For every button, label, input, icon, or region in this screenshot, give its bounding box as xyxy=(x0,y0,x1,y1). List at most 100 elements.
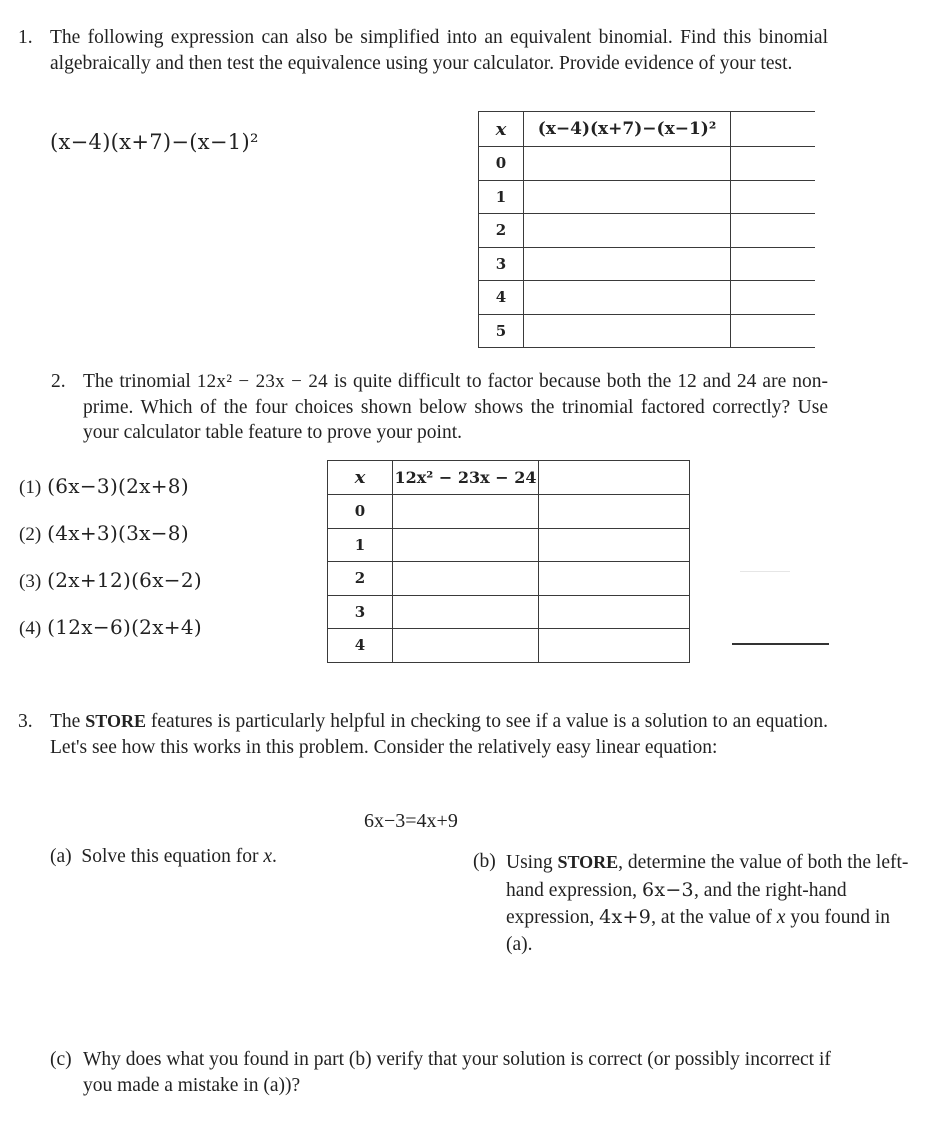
header-expression: 12x² − 23x − 24 xyxy=(392,460,539,495)
cell-extra[interactable] xyxy=(730,213,815,248)
choice-label: (3) xyxy=(19,571,42,592)
problem-2-table: x 12x² − 23x − 24 0 1 2 3 4 xyxy=(327,460,690,663)
part-c-text: Why does what you found in part (b) veri… xyxy=(83,1049,831,1096)
left-expression: 6x−3 xyxy=(641,878,694,901)
cell-x: 4 xyxy=(478,280,524,315)
cell-value[interactable] xyxy=(392,628,539,663)
problem-1-expression: (x−4)(x+7)−(x−1)² xyxy=(50,130,259,154)
choice-expression: (4x+3)(3x−8) xyxy=(47,521,189,545)
choice-expression: (12x−6)(2x+4) xyxy=(47,615,202,639)
cell-x: 2 xyxy=(327,561,393,596)
cell-x: 3 xyxy=(327,594,393,629)
cell-extra[interactable] xyxy=(730,280,815,315)
answer-choices: (1) (6x−3)(2x+8) (2) (4x+3)(3x−8) (3) (2x+1… xyxy=(19,474,202,662)
cell-value[interactable] xyxy=(523,313,731,348)
table-row: 5 xyxy=(478,313,815,348)
cell-value[interactable] xyxy=(392,527,539,562)
table-row: 2 xyxy=(327,561,690,596)
cell-x: 5 xyxy=(478,313,524,348)
problem-3-number: 3. xyxy=(18,711,33,732)
cell-extra[interactable] xyxy=(538,527,690,562)
problem-2-text: 2. The trinomial 12x² − 23x − 24 is quit… xyxy=(51,369,828,446)
table-row: 1 xyxy=(327,527,690,562)
cell-x: 2 xyxy=(478,213,524,248)
problem-2-text-pre: The trinomial xyxy=(83,371,197,392)
table-header-row: x 12x² − 23x − 24 xyxy=(327,460,690,495)
part-b-label: (b) xyxy=(473,851,496,872)
choice-expression: (6x−3)(2x+8) xyxy=(47,474,189,498)
cell-value[interactable] xyxy=(523,146,731,181)
table-header-row: x (x−4)(x+7)−(x−1)² xyxy=(478,111,815,147)
cell-value[interactable] xyxy=(392,494,539,529)
part-c-label: (c) xyxy=(50,1049,72,1070)
cell-extra[interactable] xyxy=(538,561,690,596)
choice-1: (1) (6x−3)(2x+8) xyxy=(19,474,202,521)
choice-label: (4) xyxy=(19,618,42,639)
table-row: 2 xyxy=(478,213,815,248)
part-a-label: (a) xyxy=(50,846,72,867)
table-row: 3 xyxy=(478,246,815,281)
store-keyword: STORE xyxy=(85,711,146,731)
cell-value[interactable] xyxy=(392,561,539,596)
choice-2: (2) (4x+3)(3x−8) xyxy=(19,521,202,568)
part-a: (a) Solve this equation for x. xyxy=(50,846,277,868)
cell-extra[interactable] xyxy=(538,494,690,529)
problem-1-number: 1. xyxy=(18,27,33,48)
header-blank xyxy=(538,460,690,495)
part-b-text: , at the value of xyxy=(651,907,777,928)
cell-x: 1 xyxy=(327,527,393,562)
answer-blank-line[interactable] xyxy=(732,643,829,645)
cell-extra[interactable] xyxy=(538,628,690,663)
part-a-end: . xyxy=(272,846,277,867)
problem-1-table: x (x−4)(x+7)−(x−1)² 0 1 2 3 4 5 xyxy=(478,111,815,348)
part-b-text: Using xyxy=(506,852,558,873)
cell-value[interactable] xyxy=(523,179,731,214)
right-expression: 4x+9 xyxy=(599,906,652,928)
cell-extra[interactable] xyxy=(730,313,815,348)
choice-label: (2) xyxy=(19,524,42,545)
table-row: 1 xyxy=(478,179,815,214)
cell-x: 4 xyxy=(327,628,393,663)
cell-extra[interactable] xyxy=(730,179,815,214)
part-a-variable: x xyxy=(263,846,273,867)
cell-x: 3 xyxy=(478,246,524,281)
problem-1-body: The following expression can also be sim… xyxy=(50,27,828,74)
cell-value[interactable] xyxy=(392,594,539,629)
header-x: x xyxy=(478,111,524,147)
cell-extra[interactable] xyxy=(730,246,815,281)
problem-3-text-post: features is particularly helpful in chec… xyxy=(50,711,828,758)
table-row: 4 xyxy=(478,280,815,315)
header-x: x xyxy=(327,460,393,495)
table-row: 4 xyxy=(327,628,690,663)
cell-value[interactable] xyxy=(523,246,731,281)
problem-2-trinomial: 12x² − 23x − 24 xyxy=(196,371,328,392)
cell-x: 0 xyxy=(327,494,393,529)
scan-artifact-line xyxy=(740,571,790,572)
part-c: (c) Why does what you found in part (b) … xyxy=(50,1047,840,1098)
table-row: 0 xyxy=(327,494,690,529)
header-expression: (x−4)(x+7)−(x−1)² xyxy=(523,111,731,147)
choice-3: (3) (2x+12)(6x−2) xyxy=(19,568,202,615)
choice-label: (1) xyxy=(19,477,42,498)
choice-4: (4) (12x−6)(2x+4) xyxy=(19,615,202,662)
table-row: 0 xyxy=(478,146,815,181)
choice-expression: (2x+12)(6x−2) xyxy=(47,568,202,592)
part-a-text: Solve this equation for xyxy=(81,846,264,867)
cell-value[interactable] xyxy=(523,213,731,248)
cell-value[interactable] xyxy=(523,280,731,315)
problem-3-text-pre: The xyxy=(50,711,86,732)
cell-extra[interactable] xyxy=(538,594,690,629)
table-row: 3 xyxy=(327,594,690,629)
problem-2-body: The trinomial 12x² − 23x − 24 is quite d… xyxy=(83,369,828,446)
problem-2-number: 2. xyxy=(51,371,66,392)
part-b-body: Using STORE, determine the value of both… xyxy=(506,849,915,958)
cell-extra[interactable] xyxy=(730,146,815,181)
problem-3-text: 3. The STORE features is particularly he… xyxy=(18,709,828,760)
part-b: (b) Using STORE, determine the value of … xyxy=(473,849,915,958)
store-keyword: STORE xyxy=(557,852,619,872)
cell-x: 1 xyxy=(478,179,524,214)
header-blank xyxy=(730,111,815,147)
problem-1-text: 1. The following expression can also be … xyxy=(18,25,828,76)
cell-x: 0 xyxy=(478,146,524,181)
problem-3-body: The STORE features is particularly helpf… xyxy=(50,709,828,760)
